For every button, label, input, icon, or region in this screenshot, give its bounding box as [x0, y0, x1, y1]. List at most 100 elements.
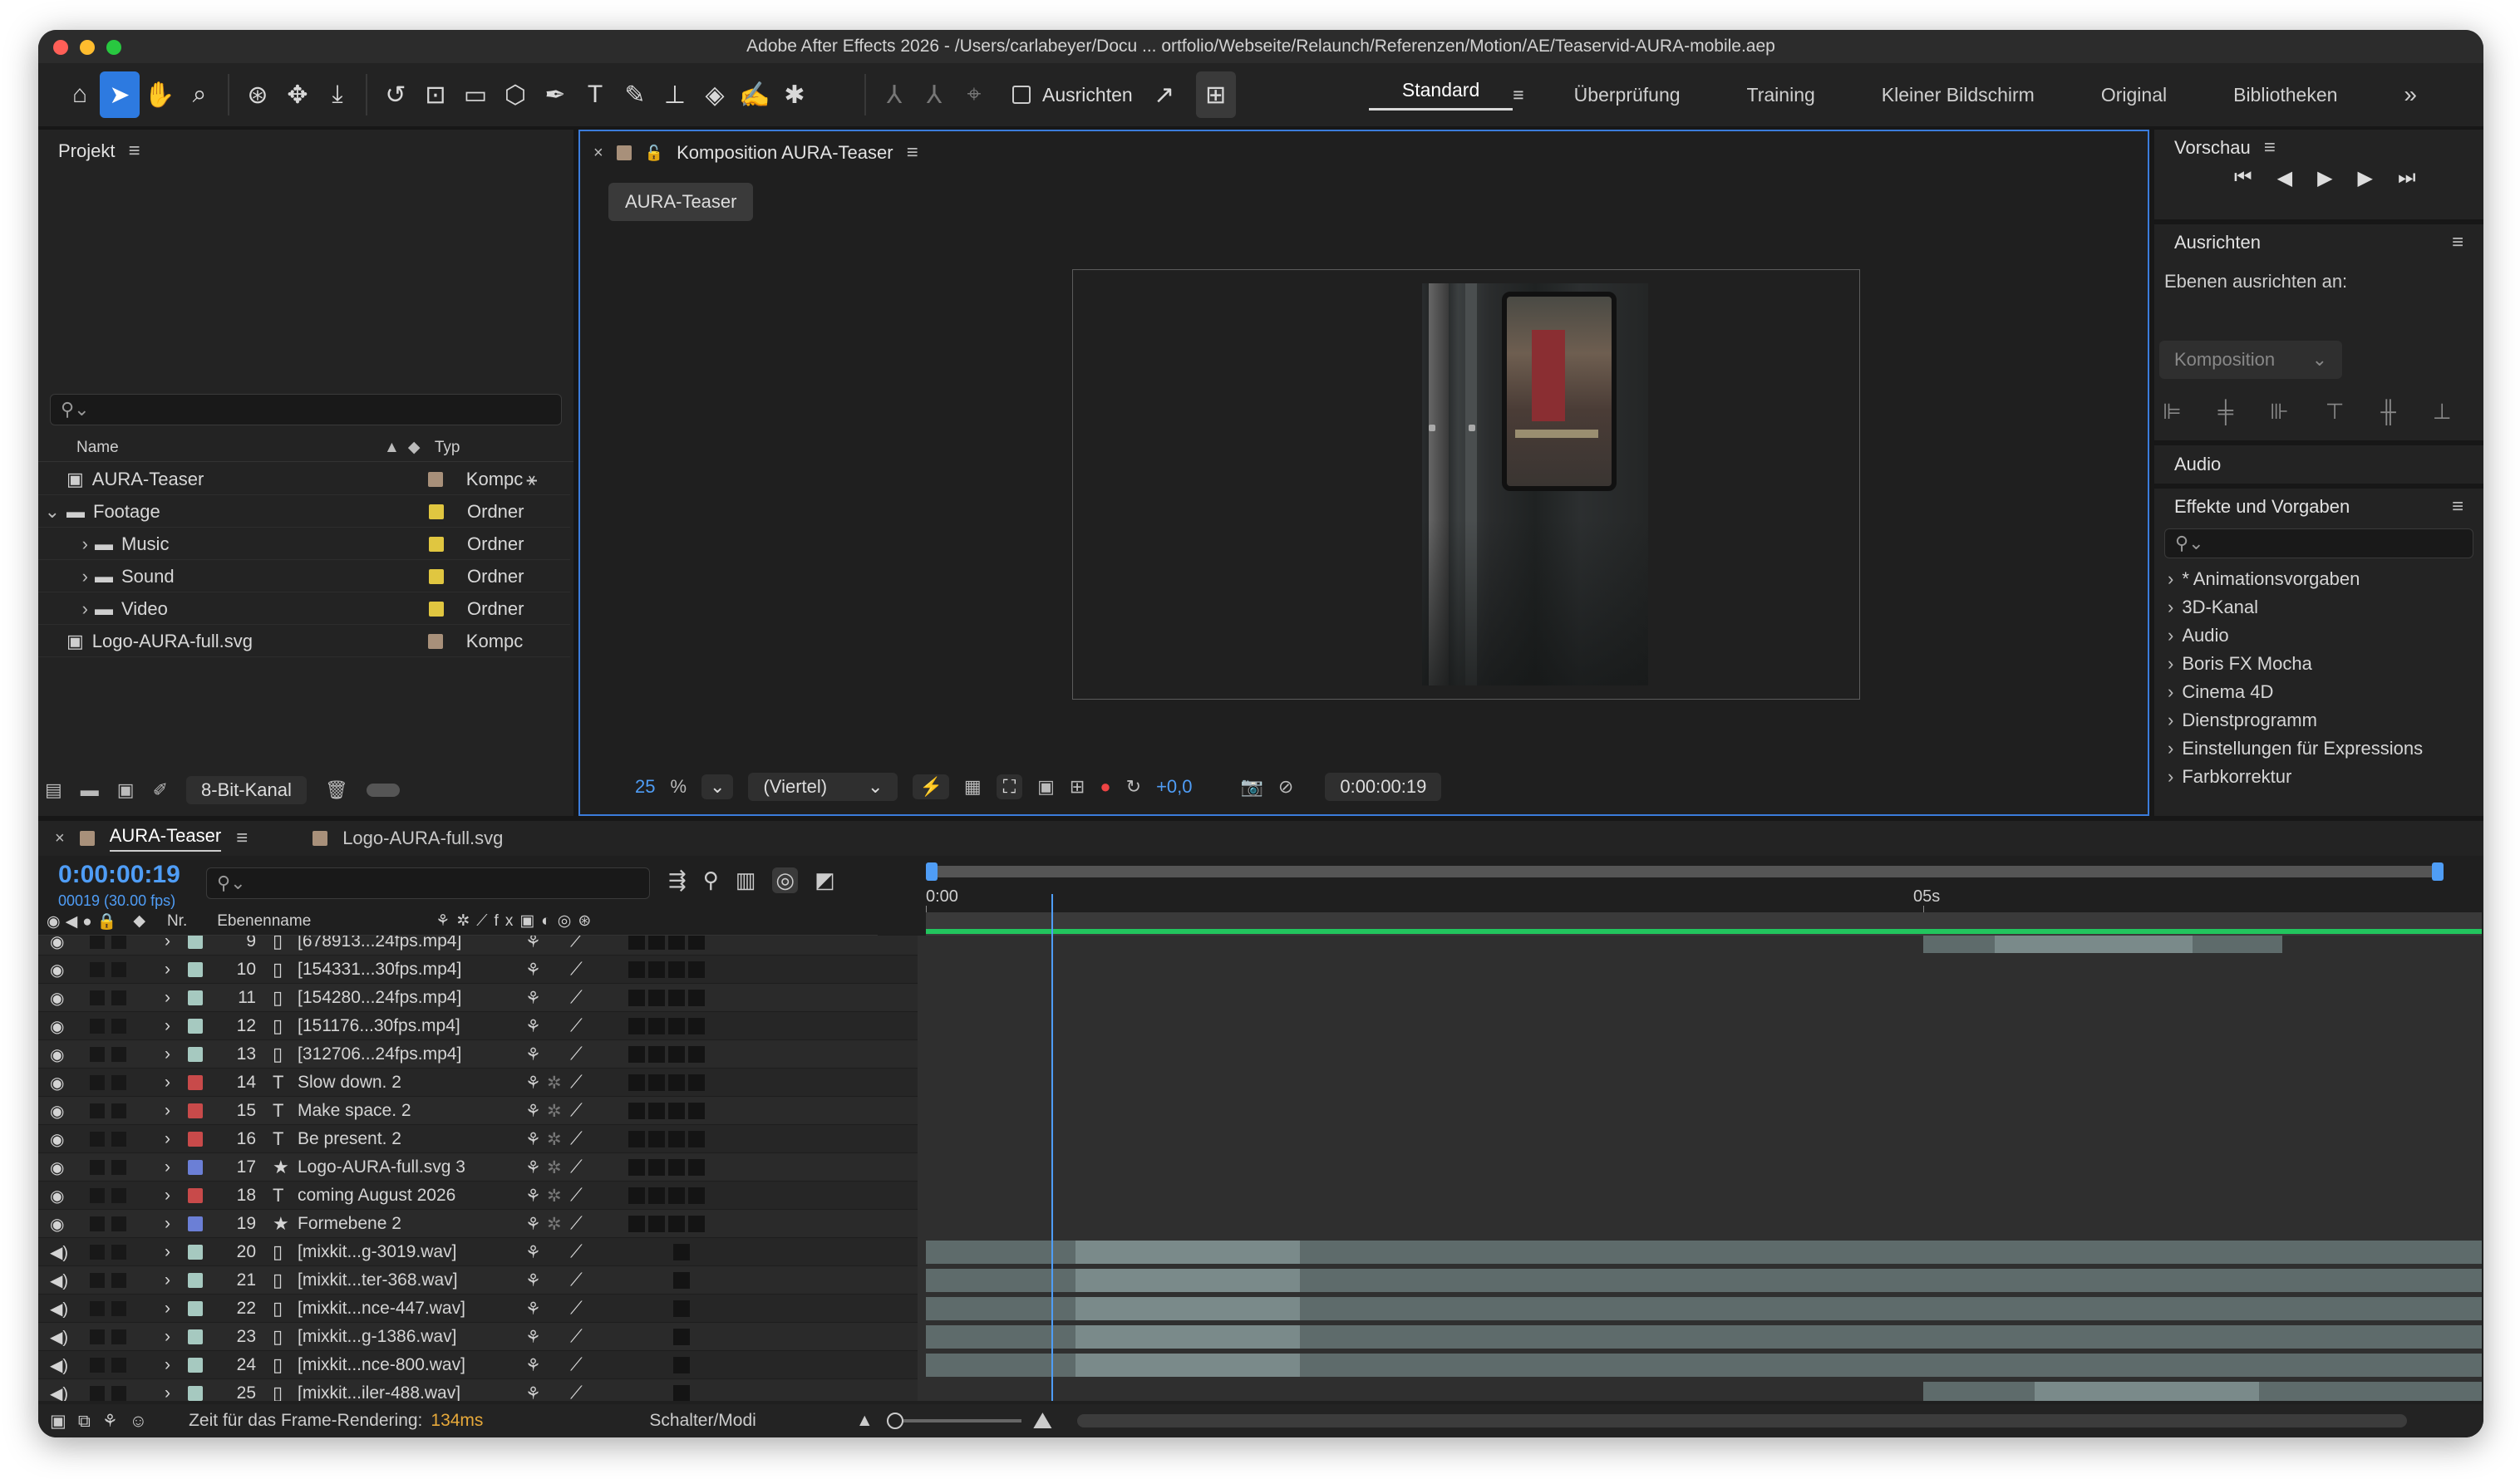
solo-switch[interactable] [90, 984, 105, 1012]
align-left-icon[interactable]: ⊫ [2163, 399, 2182, 425]
solo-switch[interactable] [90, 1323, 105, 1351]
audio-speaker-icon[interactable]: ◀) [50, 1295, 68, 1323]
workspace-original[interactable]: Original [2068, 84, 2200, 106]
collapse-switch-icon[interactable]: ✲ [547, 1210, 562, 1238]
layer-name[interactable]: Logo-AURA-full.svg 3 [298, 1153, 465, 1182]
eye-icon[interactable]: ◉ [50, 1097, 64, 1125]
lock-switch[interactable] [111, 984, 126, 1012]
solo-switch[interactable] [90, 1379, 105, 1401]
bit-depth-button[interactable]: 8-Bit-Kanal [186, 776, 307, 804]
first-frame-icon[interactable]: ⏮ [2234, 166, 2252, 190]
layer-name[interactable]: [mixkit...nce-447.wav] [298, 1295, 465, 1323]
solo-switch[interactable] [90, 1153, 105, 1182]
chevron-right-icon[interactable]: › [165, 1238, 170, 1266]
lock-switch[interactable] [111, 1295, 126, 1323]
playhead[interactable] [1051, 894, 1054, 1401]
timeline-tab-logo[interactable]: Logo-AURA-full.svg [342, 828, 503, 849]
solo-switch[interactable] [90, 1295, 105, 1323]
lock-switch[interactable] [111, 1097, 126, 1125]
type-tool-icon[interactable]: T [575, 71, 615, 118]
audio-title[interactable]: Audio [2154, 445, 2483, 484]
selection-tool-icon[interactable]: ➤ [100, 71, 140, 118]
workspace-menu-icon[interactable]: ≡ [1513, 84, 1540, 106]
brush-tool-icon[interactable]: ✎ [615, 71, 655, 118]
layer-switches[interactable] [628, 1295, 690, 1323]
effect-category[interactable]: › Farbkorrektur [2154, 763, 2483, 791]
thumbnail-toggle[interactable] [366, 784, 400, 797]
close-timeline-icon[interactable]: × [55, 829, 65, 848]
zoom-out-icon[interactable]: ▲ [856, 1411, 874, 1431]
quality-switch-icon[interactable]: ⟋ [570, 1323, 583, 1351]
chevron-right-icon[interactable]: › [38, 533, 95, 555]
dolly-camera-icon[interactable]: ⤓ [317, 71, 357, 118]
comp-menu-icon[interactable]: ≡ [907, 141, 918, 165]
lock-switch[interactable] [111, 1238, 126, 1266]
3d-tool-icon[interactable]: ⬡ [495, 71, 535, 118]
pan-camera-icon[interactable]: ✥ [278, 71, 317, 118]
time-navigator[interactable] [926, 866, 2439, 877]
hand-tool-icon[interactable]: ✋ [140, 71, 180, 118]
shy-switch-icon[interactable]: ⚘ [525, 984, 541, 1012]
collapse-switch-icon[interactable]: ✲ [547, 1069, 562, 1097]
axis-local-icon[interactable]: ⅄ [874, 71, 914, 118]
layer-row[interactable]: ◀) › 24 ▯ [mixkit...nce-800.wav] ⚘ ⟋ [38, 1351, 2482, 1379]
layer-row[interactable]: ◀) › 21 ▯ [mixkit...ter-368.wav] ⚘ ⟋ [38, 1266, 2482, 1295]
layer-name[interactable]: [mixkit...g-3019.wav] [298, 1238, 456, 1266]
chevron-down-icon[interactable]: ⌄ [38, 501, 66, 523]
shy-switch-icon[interactable]: ⚘ [525, 936, 541, 956]
axis-view-icon[interactable]: ⌖ [954, 71, 994, 118]
align-top-icon[interactable]: ⊤ [2326, 399, 2345, 425]
solo-switch[interactable] [90, 1238, 105, 1266]
align-right-icon[interactable]: ⊪ [2270, 399, 2289, 425]
audio-speaker-icon[interactable]: ◀) [50, 1379, 68, 1402]
lock-switch[interactable] [111, 1210, 126, 1238]
layer-name[interactable]: [mixkit...g-1386.wav] [298, 1323, 456, 1351]
guides-icon[interactable]: ⊞ [1070, 776, 1085, 798]
layer-label-swatch[interactable] [188, 1238, 203, 1266]
solo-switch[interactable] [90, 936, 105, 956]
transparency-grid-icon[interactable]: ▦ [964, 776, 982, 798]
layer-label-swatch[interactable] [188, 1069, 203, 1097]
layer-switches[interactable] [628, 984, 705, 1012]
orbit-camera-icon[interactable]: ⊛ [238, 71, 278, 118]
layer-name[interactable]: Be present. 2 [298, 1125, 401, 1153]
layer-switches[interactable] [628, 1097, 705, 1125]
collapse-switch-icon[interactable]: ✲ [547, 1153, 562, 1182]
chevron-right-icon[interactable]: › [165, 1012, 170, 1040]
effects-search-input[interactable]: ⚲⌄ [2164, 528, 2473, 558]
close-window-button[interactable] [53, 40, 68, 55]
lock-icon[interactable]: 🔓 [645, 145, 663, 162]
zoom-dropdown-icon[interactable]: ⌄ [701, 774, 734, 799]
shy-switch-icon[interactable]: ⚘ [525, 1379, 541, 1402]
project-item[interactable]: ▣ Logo-AURA-full.svg Kompc [38, 626, 570, 657]
layer-row[interactable]: ◉ › 11 ▯ [154280...24fps.mp4] ⚘ ⟋ [38, 984, 2482, 1012]
trash-icon[interactable]: 🗑 [325, 779, 348, 801]
sort-ascending-icon[interactable]: ▲ [384, 439, 400, 457]
layer-label-swatch[interactable] [188, 1097, 203, 1125]
layer-duration-bar[interactable] [926, 1325, 2482, 1349]
quality-switch-icon[interactable]: ⟋ [570, 1097, 583, 1125]
lock-switch[interactable] [111, 1323, 126, 1351]
effect-category[interactable]: › Einstellungen für Expressions [2154, 735, 2483, 763]
layer-name[interactable]: [154331...30fps.mp4] [298, 956, 461, 984]
layer-switches[interactable] [628, 1182, 705, 1210]
effect-category[interactable]: › * Animationsvorgaben [2154, 565, 2483, 593]
layer-switches[interactable] [628, 1323, 690, 1351]
eraser-tool-icon[interactable]: ◈ [695, 71, 735, 118]
zoom-tool-icon[interactable]: ⌕ [180, 71, 219, 118]
align-center-v-icon[interactable]: ╫ [2380, 399, 2395, 425]
audio-speaker-icon[interactable]: ◀) [50, 1323, 68, 1351]
layer-row[interactable]: ◀) › 25 ▯ [mixkit...iler-488.wav] ⚘ ⟋ [38, 1379, 2482, 1401]
lock-switch[interactable] [111, 1379, 126, 1401]
layer-label-swatch[interactable] [188, 1295, 203, 1323]
layer-switches[interactable] [628, 956, 705, 984]
layer-label-swatch[interactable] [188, 1323, 203, 1351]
comp-flowchart-icon[interactable]: ⇶ [668, 867, 687, 893]
home-icon[interactable]: ⌂ [60, 71, 100, 118]
solo-switch[interactable] [90, 1069, 105, 1097]
layer-row[interactable]: ◉ › 13 ▯ [312706...24fps.mp4] ⚘ ⟋ [38, 1040, 2482, 1069]
lock-switch[interactable] [111, 1153, 126, 1182]
layer-duration-bar[interactable] [926, 1269, 2482, 1292]
solo-switch[interactable] [90, 1097, 105, 1125]
resolution-select[interactable]: (Viertel) ⌄ [748, 773, 898, 801]
